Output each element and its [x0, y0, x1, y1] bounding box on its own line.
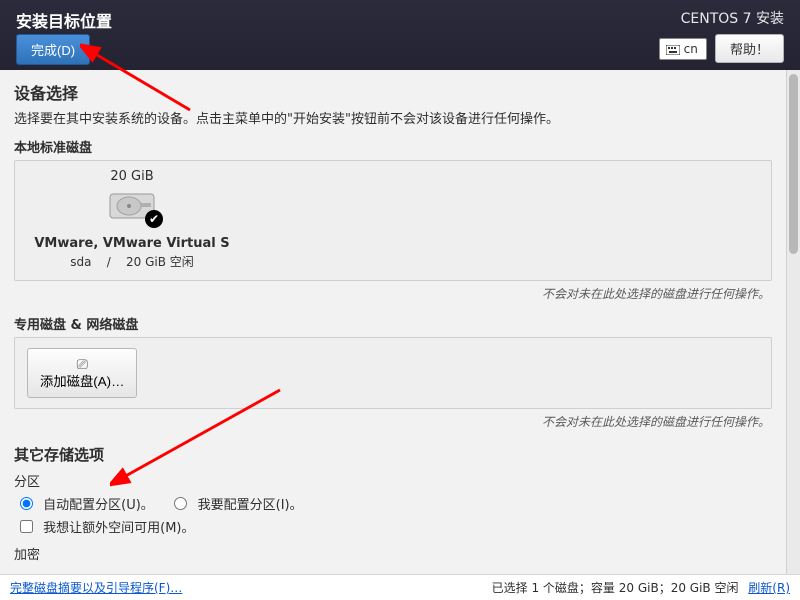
special-disks-hint: 不会对未在此处选择的磁盘进行任何操作。 [14, 413, 770, 430]
disk-icon-wrap: ✔ [107, 188, 157, 224]
encryption-label: 加密 [14, 544, 772, 563]
add-disk-glyph-icon: ⎚ [40, 355, 124, 373]
disk-summary-link[interactable]: 完整磁盘摘要以及引导程序(F)… [10, 581, 182, 595]
done-button[interactable]: 完成(D) [16, 34, 90, 65]
selection-status: 已选择 1 个磁盘；容量 20 GiB；20 GiB 空闲 [492, 581, 739, 595]
check-icon: ✔ [145, 210, 163, 228]
scrollbar[interactable] [786, 70, 800, 574]
disk-details: sda / 20 GiB 空闲 [27, 253, 237, 270]
disk-dev: sda [70, 255, 91, 269]
device-select-heading: 设备选择 [14, 80, 772, 104]
manual-partition-label[interactable]: 我要配置分区(I)。 [198, 498, 303, 513]
extra-space-checkbox[interactable] [20, 520, 33, 533]
local-disks-heading: 本地标准磁盘 [14, 137, 772, 156]
bottom-bar: 完整磁盘摘要以及引导程序(F)… 已选择 1 个磁盘；容量 20 GiB；20 … [0, 574, 800, 600]
main-content: 设备选择 选择要在其中安装系统的设备。点击主菜单中的"开始安装"按钮前不会对该设… [0, 70, 786, 574]
extra-space-label[interactable]: 我想让额外空间可用(M)。 [43, 521, 194, 536]
local-disks-box: 20 GiB ✔ VMware, VMware Virtual S sda / … [14, 160, 772, 281]
disk-model: VMware, VMware Virtual S [27, 236, 237, 251]
auto-partition-radio[interactable] [20, 497, 33, 510]
disk-item[interactable]: 20 GiB ✔ VMware, VMware Virtual S sda / … [27, 169, 237, 270]
installer-label: CENTOS 7 安装 [659, 8, 784, 28]
manual-partition-radio[interactable] [174, 497, 187, 510]
local-disks-hint: 不会对未在此处选择的磁盘进行任何操作。 [14, 285, 770, 302]
top-right-group: CENTOS 7 安装 cn 帮助！ [659, 8, 784, 63]
add-disk-button[interactable]: ⎚ 添加磁盘(A)… [27, 348, 137, 398]
disk-capacity: 20 GiB [27, 169, 237, 184]
special-disks-heading: 专用磁盘 & 网络磁盘 [14, 314, 772, 333]
top-bar: 安装目标位置 完成(D) CENTOS 7 安装 cn 帮助！ [0, 0, 800, 70]
auto-partition-label[interactable]: 自动配置分区(U)。 [43, 498, 154, 513]
keyboard-layout-selector[interactable]: cn [659, 38, 707, 60]
refresh-link[interactable]: 刷新(R) [748, 581, 790, 595]
scrollbar-thumb[interactable] [789, 74, 798, 254]
help-button[interactable]: 帮助！ [715, 34, 784, 63]
disk-free: 20 GiB 空闲 [126, 255, 194, 269]
partitioning-label: 分区 [14, 471, 772, 490]
storage-options-heading: 其它存储选项 [14, 444, 772, 465]
keyboard-icon [666, 44, 680, 54]
keyboard-layout-code: cn [684, 42, 698, 56]
disk-sep: / [107, 255, 111, 269]
device-select-instruction: 选择要在其中安装系统的设备。点击主菜单中的"开始安装"按钮前不会对该设备进行任何… [14, 108, 772, 127]
add-disk-label: 添加磁盘(A)… [40, 374, 124, 389]
special-disks-box: ⎚ 添加磁盘(A)… [14, 337, 772, 409]
bottom-status-group: 已选择 1 个磁盘；容量 20 GiB；20 GiB 空闲 刷新(R) [492, 579, 790, 596]
